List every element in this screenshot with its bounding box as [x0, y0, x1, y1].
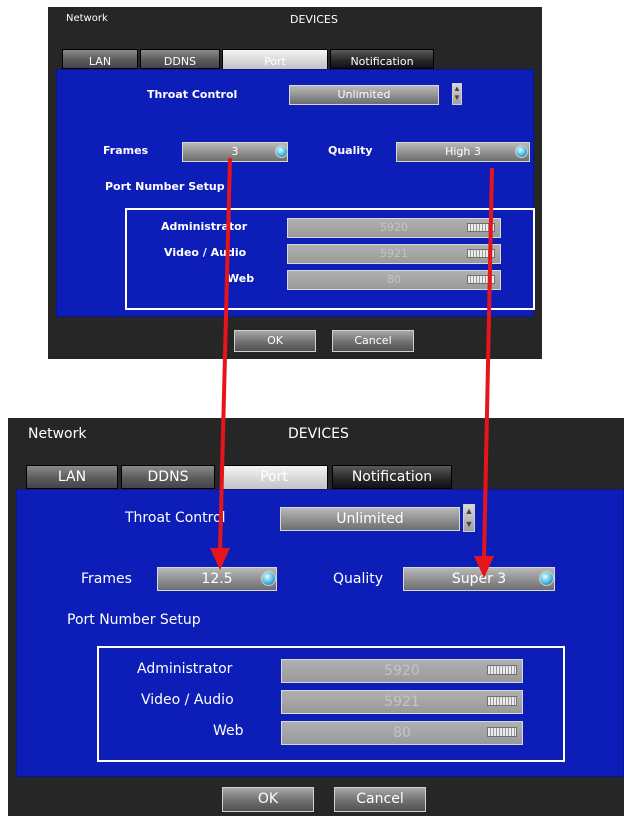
annotation-arrows	[210, 157, 494, 578]
frames-arrow-icon	[210, 157, 232, 570]
quality-arrow-icon	[474, 167, 494, 578]
